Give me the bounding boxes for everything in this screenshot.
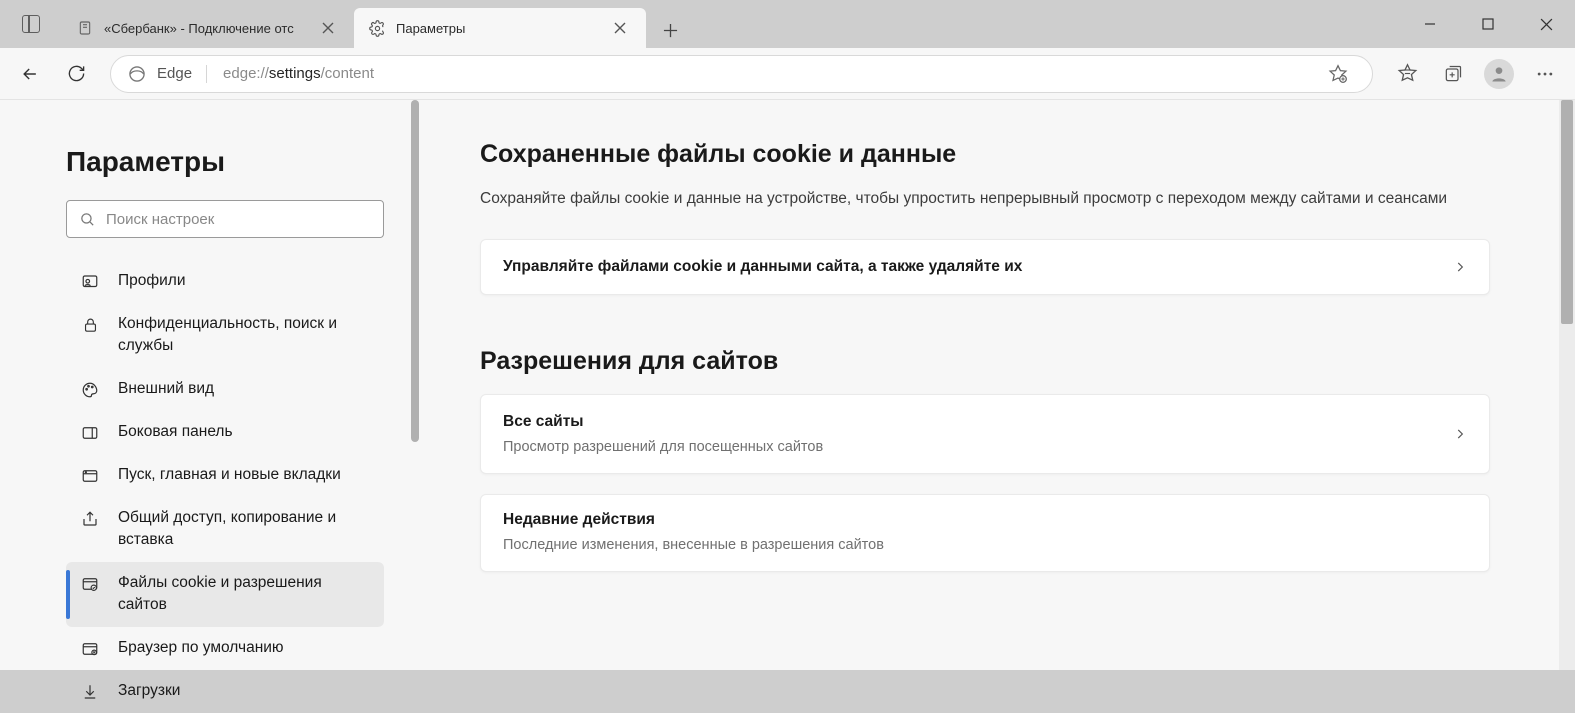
- card-manage-cookies[interactable]: Управляйте файлами cookie и данными сайт…: [480, 239, 1490, 295]
- back-button[interactable]: [10, 54, 50, 94]
- settings-sidebar: Параметры Профили Конфиденциальность, по…: [0, 100, 420, 670]
- section-cookies-desc: Сохраняйте файлы cookie и данные на устр…: [480, 187, 1490, 211]
- scrollbar-thumb[interactable]: [411, 100, 419, 442]
- download-icon: [80, 681, 100, 703]
- nav-label: Загрузки: [118, 680, 180, 702]
- window-icon: [80, 465, 100, 487]
- nav-label: Боковая панель: [118, 421, 233, 443]
- gear-icon: [368, 19, 386, 37]
- tab-settings[interactable]: Параметры: [354, 8, 646, 48]
- maximize-button[interactable]: [1459, 0, 1517, 48]
- nav-start-home-newtab[interactable]: Пуск, главная и новые вкладки: [66, 454, 384, 497]
- profile-icon: [80, 271, 100, 293]
- tabs-strip: «Сбербанк» - Подключение отс Параметры: [62, 8, 688, 48]
- cookies-icon: [80, 573, 100, 595]
- section-cookies-title: Сохраненные файлы cookie и данные: [480, 140, 1561, 169]
- nav-appearance[interactable]: Внешний вид: [66, 368, 384, 411]
- window-controls: [1401, 0, 1575, 48]
- nav-label: Внешний вид: [118, 378, 214, 400]
- card-recent-activity[interactable]: Недавние действия Последние изменения, в…: [480, 494, 1490, 572]
- nav-side-panel[interactable]: Боковая панель: [66, 411, 384, 454]
- card-title: Управляйте файлами cookie и данными сайт…: [503, 258, 1022, 276]
- toolbar: Edge edge://settings/content: [0, 48, 1575, 100]
- separator: [206, 65, 207, 83]
- collections-button[interactable]: [1433, 54, 1473, 94]
- chevron-right-icon: [1453, 260, 1467, 274]
- new-tab-button[interactable]: [652, 12, 688, 48]
- nav-downloads[interactable]: Загрузки: [66, 670, 384, 713]
- address-bar[interactable]: Edge edge://settings/content: [110, 55, 1373, 93]
- tab-sberbank[interactable]: «Сбербанк» - Подключение отс: [62, 8, 354, 48]
- main-scrollbar[interactable]: [1559, 100, 1575, 670]
- lock-icon: [80, 314, 100, 336]
- search-input[interactable]: [106, 211, 371, 228]
- nav-default-browser[interactable]: Браузер по умолчанию: [66, 627, 384, 670]
- nav-label: Браузер по умолчанию: [118, 637, 284, 659]
- scrollbar-thumb[interactable]: [1561, 100, 1573, 324]
- minimize-button[interactable]: [1401, 0, 1459, 48]
- sidebar-scrollbar[interactable]: [410, 100, 420, 670]
- settings-nav: Профили Конфиденциальность, поиск и служ…: [0, 256, 420, 713]
- refresh-button[interactable]: [56, 54, 96, 94]
- edge-logo-icon: [127, 64, 147, 84]
- nav-label: Профили: [118, 270, 186, 292]
- tab-close-button[interactable]: [606, 14, 634, 42]
- nav-cookies-site-perms[interactable]: Файлы cookie и разрешения сайтов: [66, 562, 384, 627]
- card-subtitle: Последние изменения, внесенные в разреше…: [503, 537, 1467, 553]
- tab-close-button[interactable]: [314, 14, 342, 42]
- titlebar: «Сбербанк» - Подключение отс Параметры: [0, 0, 1575, 48]
- add-favorite-button[interactable]: [1318, 54, 1358, 94]
- content-viewport: Параметры Профили Конфиденциальность, по…: [0, 100, 1575, 670]
- card-title: Недавние действия: [503, 511, 1467, 529]
- nav-share-copy-paste[interactable]: Общий доступ, копирование и вставка: [66, 497, 384, 562]
- nav-profiles[interactable]: Профили: [66, 260, 384, 303]
- palette-icon: [80, 379, 100, 401]
- url-text: edge://settings/content: [223, 65, 1306, 82]
- close-window-button[interactable]: [1517, 0, 1575, 48]
- nav-label: Пуск, главная и новые вкладки: [118, 464, 341, 486]
- avatar-icon: [1484, 59, 1514, 89]
- section-permissions-title: Разрешения для сайтов: [480, 347, 1561, 376]
- profile-button[interactable]: [1479, 54, 1519, 94]
- share-icon: [80, 508, 100, 530]
- favorites-button[interactable]: [1387, 54, 1427, 94]
- tab-title: Параметры: [396, 21, 596, 36]
- chevron-right-icon: [1453, 427, 1467, 441]
- panel-icon: [22, 15, 40, 33]
- nav-privacy[interactable]: Конфиденциальность, поиск и службы: [66, 303, 384, 368]
- card-subtitle: Просмотр разрешений для посещенных сайто…: [503, 439, 823, 455]
- nav-label: Конфиденциальность, поиск и службы: [118, 313, 374, 358]
- tabs-sidebar-button[interactable]: [0, 0, 62, 48]
- tab-title: «Сбербанк» - Подключение отс: [104, 21, 304, 36]
- search-settings-box[interactable]: [66, 200, 384, 238]
- nav-label: Файлы cookie и разрешения сайтов: [118, 572, 374, 617]
- site-identity[interactable]: Edge: [127, 64, 211, 84]
- page-icon: [76, 19, 94, 37]
- main-content: Сохраненные файлы cookie и данные Сохран…: [420, 100, 1575, 670]
- search-icon: [79, 211, 96, 228]
- browser-icon: [80, 638, 100, 660]
- menu-button[interactable]: [1525, 54, 1565, 94]
- sidepanel-icon: [80, 422, 100, 444]
- card-title: Все сайты: [503, 413, 823, 431]
- card-all-sites[interactable]: Все сайты Просмотр разрешений для посеще…: [480, 394, 1490, 474]
- page-title: Параметры: [0, 146, 420, 200]
- site-identity-label: Edge: [157, 65, 192, 82]
- nav-label: Общий доступ, копирование и вставка: [118, 507, 374, 552]
